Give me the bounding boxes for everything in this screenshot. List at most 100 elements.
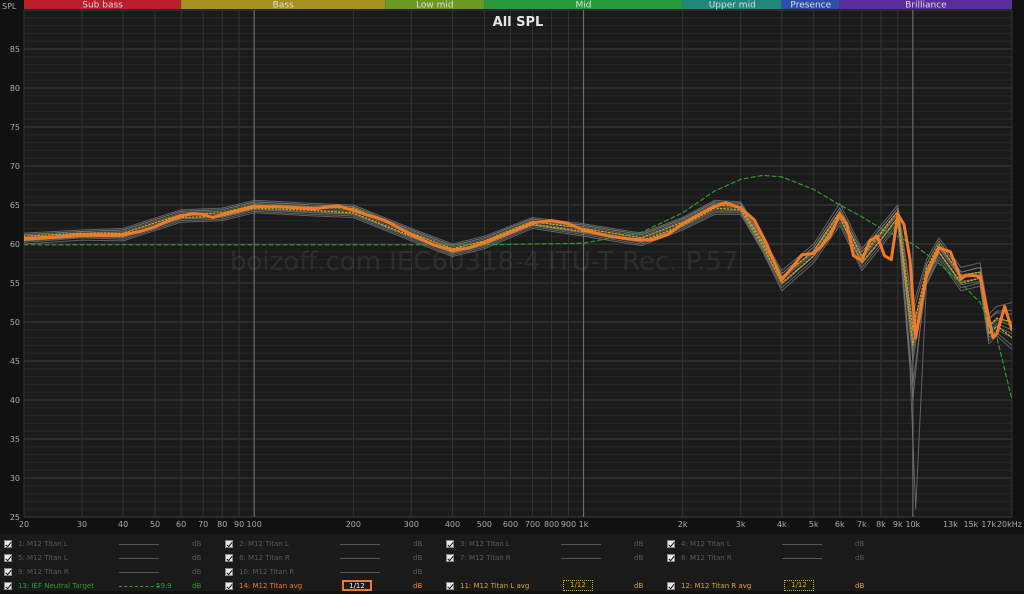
y-tick-labels: 25303540455055606570758085 bbox=[10, 45, 20, 522]
legend-swatch bbox=[119, 586, 159, 587]
y-tick-label: 30 bbox=[10, 474, 20, 483]
band-label: Low mid bbox=[416, 1, 454, 11]
y-tick-label: 75 bbox=[10, 123, 20, 132]
x-tick-label: 5k bbox=[809, 520, 819, 529]
smoothing-indicator[interactable]: 1/12 bbox=[784, 580, 814, 591]
y-tick-label: 55 bbox=[10, 279, 20, 288]
legend-label: 7: M12 Titan R bbox=[460, 554, 511, 562]
legend-unit: dB bbox=[855, 582, 865, 590]
band-label: Upper mid bbox=[709, 1, 756, 11]
frequency-band-bar: Sub bass Bass Low mid Mid Upper mid Presence B… bbox=[24, 0, 1012, 11]
y-tick-label: 35 bbox=[10, 435, 20, 444]
legend-label: 8: M12 Titan R bbox=[681, 554, 732, 562]
legend-checkbox[interactable] bbox=[667, 540, 675, 548]
legend-checkbox[interactable] bbox=[667, 554, 675, 562]
legend-item[interactable]: 14: M12 Titan avg 1/12 dB bbox=[225, 578, 440, 594]
legend-label: 14: M12 Titan avg bbox=[239, 582, 303, 590]
legend-checkbox[interactable] bbox=[225, 554, 233, 562]
y-tick-label: 65 bbox=[10, 201, 20, 210]
band-label: Bass bbox=[273, 1, 294, 11]
y-tick-label: 85 bbox=[10, 45, 20, 54]
legend-swatch bbox=[119, 544, 159, 545]
x-tick-label: 90 bbox=[234, 520, 244, 529]
legend-unit: dB bbox=[634, 554, 644, 562]
legend-item[interactable]: 13: IEF Neutral Target 59.9 dB bbox=[4, 578, 219, 594]
x-tick-label: 60 bbox=[176, 520, 186, 529]
legend-unit: dB bbox=[855, 554, 865, 562]
x-tick-label: 20kHz bbox=[997, 520, 1022, 529]
x-tick-label: 900 bbox=[561, 520, 576, 529]
legend-value: 59.9 bbox=[156, 582, 172, 590]
legend-unit: dB bbox=[634, 582, 644, 590]
band-label: Mid bbox=[576, 1, 592, 11]
x-tick-label: 15k bbox=[963, 520, 978, 529]
x-tick-label: 4k bbox=[777, 520, 787, 529]
legend-swatch bbox=[561, 558, 601, 559]
legend-swatch bbox=[782, 544, 822, 545]
legend-item[interactable]: 8: M12 Titan R dB bbox=[667, 550, 882, 566]
x-tick-label: 3k bbox=[736, 520, 746, 529]
x-tick-label: 2k bbox=[678, 520, 688, 529]
legend-panel: 1: M12 Titan LdB 2: M12 Titan LdB 3: M12 T… bbox=[0, 534, 1024, 591]
legend-checkbox[interactable] bbox=[225, 568, 233, 576]
legend-checkbox[interactable] bbox=[446, 582, 454, 590]
legend-label: 13: IEF Neutral Target bbox=[18, 582, 94, 590]
x-tick-label: 8k bbox=[876, 520, 886, 529]
y-tick-label: 40 bbox=[10, 396, 20, 405]
x-tick-label: 13k bbox=[943, 520, 958, 529]
chart-title: All SPL bbox=[493, 15, 544, 30]
y-tick-label: 80 bbox=[10, 84, 20, 93]
watermark: boizoff.com IEC60318-4 ITU-T Rec. P.57 bbox=[230, 247, 739, 277]
smoothing-indicator[interactable]: 1/12 bbox=[563, 580, 593, 591]
legend-checkbox[interactable] bbox=[225, 540, 233, 548]
x-tick-label: 1k bbox=[579, 520, 589, 529]
x-tick-label: 80 bbox=[217, 520, 227, 529]
legend-unit: dB bbox=[413, 582, 423, 590]
legend-checkbox[interactable] bbox=[446, 540, 454, 548]
x-tick-label: 17k bbox=[981, 520, 996, 529]
x-tick-label: 9k bbox=[893, 520, 903, 529]
x-tick-label: 100 bbox=[247, 520, 262, 529]
x-tick-label: 70 bbox=[198, 520, 208, 529]
y-tick-label: 70 bbox=[10, 162, 20, 171]
legend-swatch bbox=[119, 558, 159, 559]
legend-item[interactable]: 12: M12 Titan R avg 1/12 dB bbox=[667, 578, 882, 594]
legend-unit: dB bbox=[192, 582, 202, 590]
y-axis-label: SPL bbox=[2, 2, 17, 11]
x-tick-label: 700 bbox=[525, 520, 540, 529]
x-tick-label: 600 bbox=[503, 520, 518, 529]
legend-checkbox[interactable] bbox=[4, 568, 12, 576]
x-tick-label: 300 bbox=[404, 520, 419, 529]
legend-label: 11: M12 Titan L avg bbox=[460, 582, 530, 590]
legend-checkbox[interactable] bbox=[4, 554, 12, 562]
x-tick-label: 800 bbox=[544, 520, 559, 529]
legend-label: 12: M12 Titan R avg bbox=[681, 582, 752, 590]
y-tick-label: 60 bbox=[10, 240, 20, 249]
legend-checkbox[interactable] bbox=[225, 582, 233, 590]
legend-swatch bbox=[340, 558, 380, 559]
legend-item[interactable]: 7: M12 Titan R dB bbox=[446, 550, 661, 566]
band-label: Brilliance bbox=[905, 1, 947, 11]
spl-chart: Sub bass Bass Low mid Mid Upper mid Presence B… bbox=[2, 0, 1022, 529]
legend-swatch bbox=[782, 558, 822, 559]
legend-swatch bbox=[119, 572, 159, 573]
x-tick-label: 20 bbox=[19, 520, 29, 529]
x-tick-label: 400 bbox=[445, 520, 460, 529]
x-tick-label: 10k bbox=[905, 520, 920, 529]
legend-checkbox[interactable] bbox=[4, 582, 12, 590]
legend-checkbox[interactable] bbox=[446, 554, 454, 562]
smoothing-indicator[interactable]: 1/12 bbox=[342, 580, 372, 591]
x-tick-label: 30 bbox=[77, 520, 87, 529]
legend-swatch bbox=[340, 544, 380, 545]
x-tick-label: 7k bbox=[857, 520, 867, 529]
legend-checkbox[interactable] bbox=[667, 582, 675, 590]
x-tick-label: 50 bbox=[150, 520, 160, 529]
legend-item[interactable]: 11: M12 Titan L avg 1/12 dB bbox=[446, 578, 661, 594]
x-tick-labels: 20 30 40 50 60 70 80 90 100 200 300 400 500 600 700 800… bbox=[19, 520, 1022, 529]
x-tick-label: 200 bbox=[346, 520, 361, 529]
band-label: Presence bbox=[790, 1, 831, 11]
band-label: Sub bass bbox=[82, 1, 123, 11]
x-tick-label: 40 bbox=[118, 520, 128, 529]
legend-checkbox[interactable] bbox=[4, 540, 12, 548]
legend-swatch bbox=[561, 544, 601, 545]
